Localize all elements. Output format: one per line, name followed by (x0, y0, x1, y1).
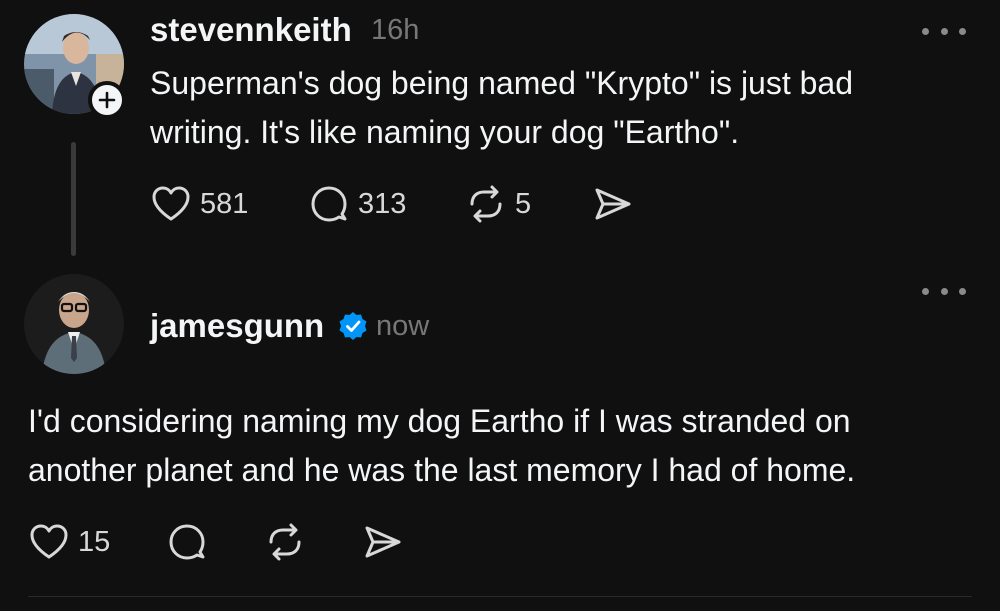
reply-button[interactable] (166, 522, 208, 562)
reply-text-line-1: I'd considering naming my dog Eartho if … (28, 403, 851, 439)
send-icon (365, 526, 401, 558)
avatar-jamesgunn[interactable] (24, 274, 124, 374)
like-button[interactable]: 581 (150, 184, 248, 224)
post-text-line-1: Superman's dog being named "Krypto" is j… (150, 65, 854, 101)
speech-bubble-icon (169, 524, 205, 560)
like-count: 15 (78, 525, 111, 558)
more-options-button[interactable] (922, 23, 966, 39)
avatar-image (24, 274, 124, 374)
divider (28, 596, 972, 597)
like-count: 581 (200, 187, 249, 220)
reply-text-line-2: another planet and he was the last memor… (28, 452, 856, 488)
heart-icon (152, 186, 190, 221)
reply-timestamp: now (376, 310, 430, 342)
speech-bubble-icon (311, 186, 347, 222)
verified-badge-icon (339, 312, 367, 340)
repost-button[interactable] (264, 522, 306, 562)
share-button[interactable] (362, 522, 404, 562)
reply-count: 313 (358, 187, 407, 220)
thread-connector-line (71, 142, 76, 256)
post-timestamp: 16h (371, 14, 420, 46)
username-jamesgunn[interactable]: jamesgunn (150, 307, 324, 345)
username-stevennkeith[interactable]: stevennkeith (150, 11, 352, 49)
post-text-line-2: writing. It's like naming your dog "Eart… (150, 114, 740, 150)
like-button[interactable]: 15 (28, 522, 110, 562)
plus-icon (98, 91, 116, 109)
repost-icon (269, 523, 301, 561)
follow-button[interactable] (88, 81, 126, 119)
share-button[interactable] (592, 184, 634, 224)
heart-icon (30, 524, 68, 559)
repost-button[interactable]: 5 (465, 184, 531, 224)
repost-count: 5 (515, 187, 532, 220)
send-icon (595, 188, 631, 220)
repost-icon (470, 185, 502, 223)
reply-button[interactable]: 313 (308, 184, 406, 224)
more-options-button[interactable] (922, 283, 966, 299)
